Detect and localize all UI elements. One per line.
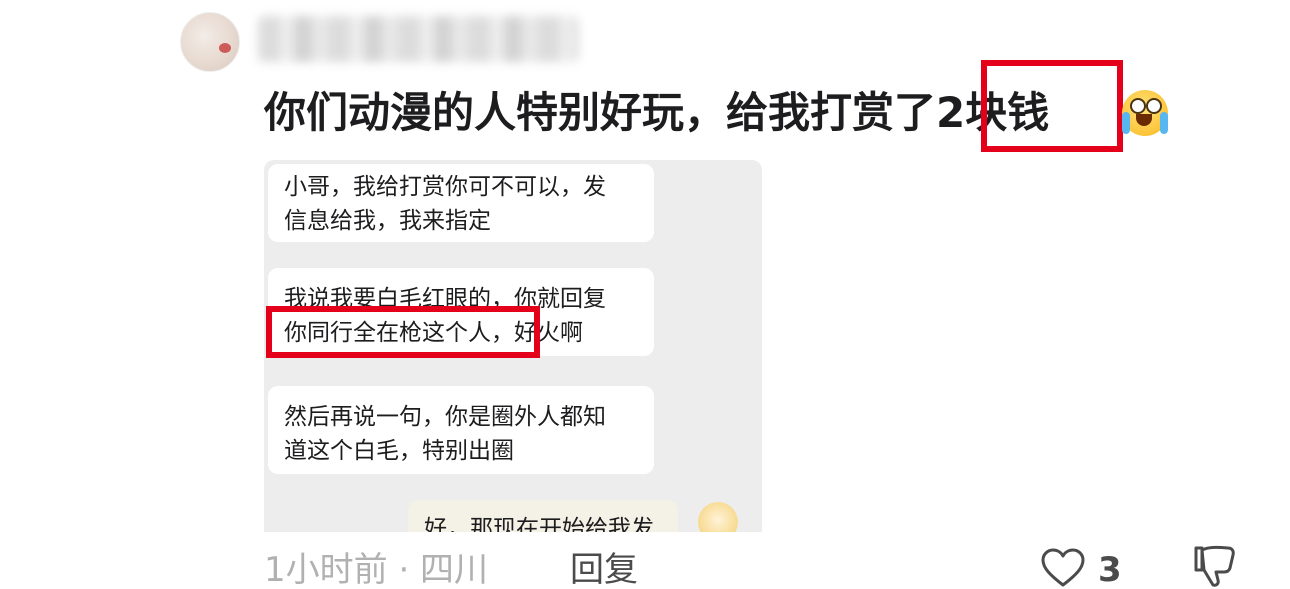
chat-bubble: 然后再说一句，你是圈外人都知 道这个白毛，特别出圈 <box>268 386 654 474</box>
emoji-eye <box>1146 98 1162 114</box>
highlight-box-phrase <box>266 306 540 358</box>
heart-icon[interactable] <box>1040 548 1086 588</box>
chat-line: 道这个白毛，特别出圈 <box>284 438 514 464</box>
like-count: 3 <box>1098 550 1122 589</box>
avatar-decoration <box>219 43 231 53</box>
emoji-tear <box>1122 112 1130 134</box>
chat-avatar <box>698 502 738 532</box>
chat-bubble: 小哥，我给打赏你可不可以，发 信息给我，我来指定 <box>268 164 654 242</box>
emoji-tear <box>1160 112 1168 134</box>
comment-body: 你们动漫的人特别好玩，给我打赏了2块钱 <box>264 88 1050 137</box>
chat-line: 好，那现在开始给我发 <box>424 516 654 532</box>
chat-bubble-outgoing: 好，那现在开始给我发 <box>408 500 678 532</box>
crying-laughing-emoji-icon <box>1122 90 1168 136</box>
chat-line: 信息给我，我来指定 <box>284 208 491 234</box>
comment-meta: 1小时前 · 四川 <box>264 550 489 589</box>
avatar[interactable] <box>180 12 240 72</box>
comment-card: 你们动漫的人特别好玩，给我打赏了2块钱 小哥，我给打赏你可不可以，发 信息给我，… <box>0 0 1290 589</box>
thumbs-down-icon[interactable] <box>1190 544 1238 588</box>
chat-line: 小哥，我给打赏你可不可以，发 <box>284 174 606 200</box>
highlight-box-amount <box>981 60 1123 152</box>
reply-button[interactable]: 回复 <box>570 548 638 589</box>
username-redacted[interactable] <box>258 16 578 62</box>
emoji-eye <box>1130 98 1146 114</box>
emoji-mouth <box>1136 114 1152 126</box>
chat-line: 然后再说一句，你是圈外人都知 <box>284 404 606 430</box>
